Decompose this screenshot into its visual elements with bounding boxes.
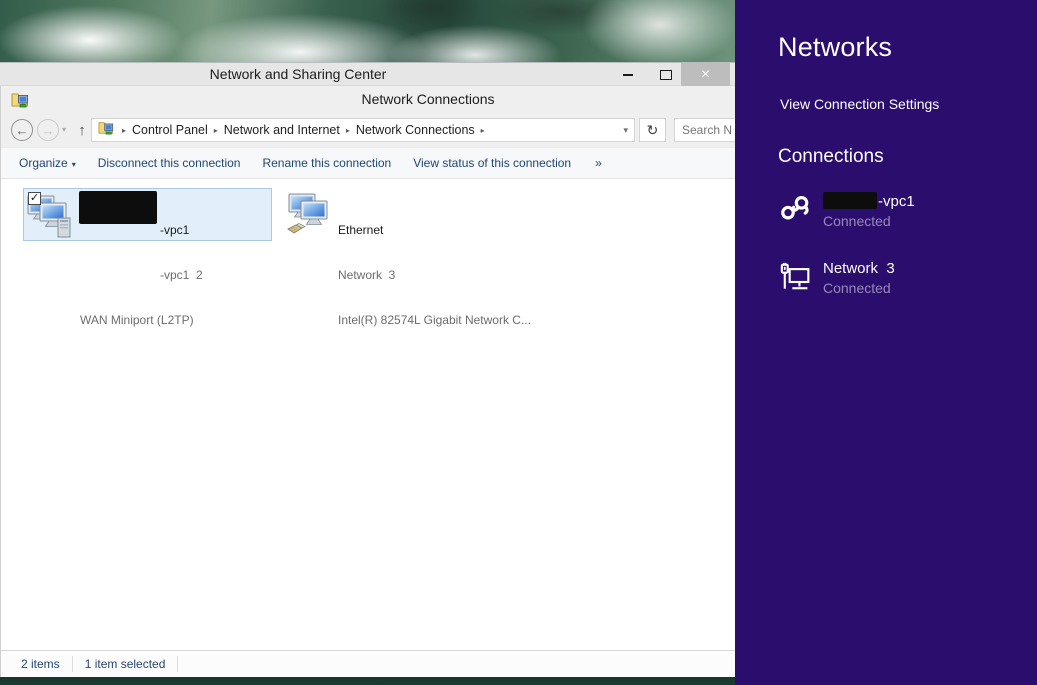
- list-item-ethernet[interactable]: Ethernet Network 3 Intel(R) 82574L Gigab…: [281, 188, 531, 241]
- up-icon: ↑: [78, 122, 86, 139]
- view-status-command[interactable]: View status of this connection: [413, 156, 571, 170]
- item-detail-device: Intel(R) 82574L Gigabit Network C...: [338, 313, 531, 328]
- breadcrumb-item-network-connections[interactable]: Network Connections: [356, 123, 475, 137]
- view-connection-settings-link[interactable]: View Connection Settings: [780, 96, 939, 112]
- charm-connection-status: Connected: [823, 280, 895, 296]
- item-detail-network: -vpc1 2: [80, 268, 203, 283]
- charm-vpn-connection[interactable]: -vpc1 Connected: [779, 192, 915, 229]
- ethernet-connection-icon: [285, 193, 335, 244]
- refresh-icon: ↻: [647, 122, 659, 139]
- organize-menu-button[interactable]: Organize▾: [19, 156, 76, 170]
- organize-dropdown-icon: ▾: [72, 160, 76, 169]
- networks-panel-title: Networks: [778, 32, 892, 63]
- minimize-button[interactable]: [614, 63, 642, 86]
- command-toolbar: Organize▾ Disconnect this connection Ren…: [1, 147, 736, 179]
- maximize-button[interactable]: [652, 63, 680, 86]
- back-button[interactable]: ←: [11, 119, 33, 141]
- wired-network-icon: [779, 262, 813, 299]
- check-icon: ✓: [30, 192, 39, 204]
- breadcrumb-separator-icon: ▸: [122, 126, 126, 135]
- breadcrumb-separator-icon: ▸: [346, 126, 350, 135]
- breadcrumb-item-network-and-internet[interactable]: Network and Internet: [224, 123, 340, 137]
- up-button[interactable]: ↑: [72, 120, 92, 140]
- network-connections-app-icon: [11, 91, 29, 113]
- item-name: Ethernet: [338, 223, 531, 238]
- close-button[interactable]: ×: [681, 63, 730, 86]
- item-text: Ethernet Network 3 Intel(R) 82574L Gigab…: [338, 193, 531, 358]
- breadcrumb-separator-icon: ▸: [214, 126, 218, 135]
- status-divider: [177, 656, 178, 672]
- breadcrumb-separator-icon: ▸: [481, 126, 485, 135]
- forward-button[interactable]: →: [37, 119, 59, 141]
- forward-icon: →: [42, 123, 55, 138]
- disconnect-connection-command[interactable]: Disconnect this connection: [98, 156, 241, 170]
- network-connections-window: Network Connections ← → ▾ ↑ ▸ Control Pa…: [0, 86, 736, 677]
- item-checkbox[interactable]: ✓: [28, 192, 41, 205]
- redaction-box: [79, 191, 157, 224]
- breadcrumb-location-icon: [98, 120, 114, 140]
- items-count: 2 items: [21, 657, 60, 671]
- item-detail-device: WAN Miniport (L2TP): [80, 313, 203, 328]
- charm-connection-name: -vpc1: [823, 192, 915, 210]
- vpn-icon: [779, 194, 813, 227]
- refresh-button[interactable]: ↻: [639, 118, 666, 142]
- toolbar-overflow-button[interactable]: »: [595, 156, 602, 170]
- breadcrumb-item-control-panel[interactable]: Control Panel: [132, 123, 208, 137]
- back-icon: ←: [16, 123, 29, 138]
- network-sharing-center-title: Network and Sharing Center: [210, 66, 387, 82]
- status-divider: [72, 656, 73, 672]
- search-input[interactable]: [674, 118, 736, 142]
- charm-connection-status: Connected: [823, 213, 915, 229]
- list-item-vpn-connection[interactable]: ✓ -vpc1 -vpc1 2 WAN Miniport (L2TP): [23, 188, 272, 241]
- item-detail-network: Network 3: [338, 268, 531, 283]
- connections-section-title: Connections: [778, 146, 884, 168]
- network-sharing-center-titlebar[interactable]: Network and Sharing Center ×: [0, 62, 735, 86]
- maximize-icon: [660, 70, 672, 80]
- window-caption-bar[interactable]: Network Connections: [1, 86, 736, 114]
- address-dropdown-button[interactable]: ▾: [623, 125, 628, 136]
- minimize-icon: [623, 74, 633, 76]
- close-icon: ×: [701, 67, 710, 83]
- charm-connection-name: Network 3: [823, 260, 895, 277]
- redaction-box: [823, 192, 877, 209]
- status-bar: 2 items 1 item selected: [1, 650, 736, 677]
- recent-pages-button[interactable]: ▾: [62, 125, 66, 134]
- item-name: -vpc1: [80, 223, 203, 238]
- networks-charm-panel: Networks View Connection Settings Connec…: [735, 0, 1037, 685]
- address-bar: ← → ▾ ↑ ▸ Control Panel ▸ Network and In…: [1, 114, 736, 147]
- rename-connection-command[interactable]: Rename this connection: [262, 156, 391, 170]
- chevron-down-icon: ▾: [62, 125, 66, 134]
- charm-network-connection[interactable]: Network 3 Connected: [779, 260, 895, 299]
- window-title: Network Connections: [361, 91, 494, 107]
- selected-count: 1 item selected: [85, 657, 166, 671]
- breadcrumb[interactable]: ▸ Control Panel ▸ Network and Internet ▸…: [91, 118, 635, 142]
- file-list-area[interactable]: ✓ -vpc1 -vpc1 2 WAN Miniport (L2TP): [1, 179, 736, 650]
